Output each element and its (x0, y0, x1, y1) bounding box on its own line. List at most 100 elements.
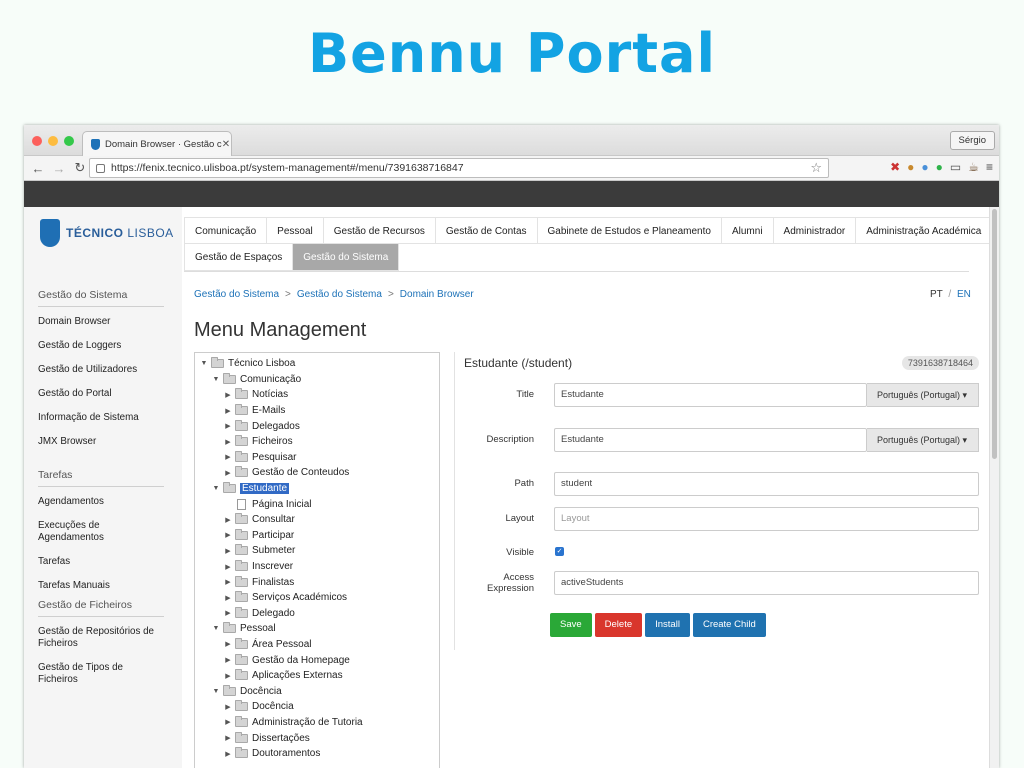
sidebar-item-system-info[interactable]: Informação de Sistema (38, 412, 164, 424)
tree-node[interactable]: ▶ Submeter (195, 543, 439, 559)
nav-item-espacos[interactable]: Gestão de Espaços (184, 244, 293, 271)
expand-arrow-icon[interactable]: ▶ (223, 594, 233, 602)
minimize-window-button[interactable] (48, 136, 58, 146)
breadcrumb-item[interactable]: Gestão do Sistema (297, 289, 382, 300)
nav-item-pessoal[interactable]: Pessoal (266, 217, 323, 244)
save-button[interactable]: Save (550, 613, 592, 637)
breadcrumb-item[interactable]: Domain Browser (400, 289, 474, 300)
maximize-window-button[interactable] (64, 136, 74, 146)
expand-arrow-icon[interactable]: ▶ (223, 750, 233, 758)
layout-input[interactable]: Layout (554, 507, 979, 531)
close-window-button[interactable] (32, 136, 42, 146)
nav-item-gabinete[interactable]: Gabinete de Estudos e Planeamento (536, 217, 721, 244)
reload-icon[interactable]: ↻ (73, 160, 87, 176)
expand-arrow-icon[interactable]: ▶ (223, 734, 233, 742)
tree-node-label[interactable]: Delegados (252, 421, 300, 432)
tree-node-label[interactable]: E-Mails (252, 405, 285, 416)
tree-node-label[interactable]: Participar (252, 530, 294, 541)
back-icon[interactable]: ← (31, 161, 45, 176)
expand-arrow-icon[interactable]: ▶ (223, 609, 233, 617)
tree-node-label[interactable]: Delegado (252, 608, 295, 619)
expand-arrow-icon[interactable]: ▶ (223, 516, 233, 524)
tree-node[interactable]: ▶ Finalistas (195, 574, 439, 590)
collapse-arrow-icon[interactable]: ▼ (211, 485, 221, 492)
tree-node-label[interactable]: Inscrever (252, 561, 293, 572)
coffee-extension-icon[interactable]: ☕ (968, 160, 979, 174)
tree-node[interactable]: ▶ Consultar (195, 512, 439, 528)
path-input[interactable]: student (554, 472, 979, 496)
tree-node[interactable]: Página Inicial (195, 496, 439, 512)
menu-icon[interactable]: ≡ (986, 160, 993, 174)
sidebar-item-file-repositories[interactable]: Gestão de Repositórios de Ficheiros (38, 626, 164, 650)
sidebar-item-tasks[interactable]: Tarefas (38, 556, 164, 568)
description-input[interactable]: Estudante (554, 428, 867, 452)
tree-node[interactable]: ▶ Doutoramentos (195, 746, 439, 762)
expand-arrow-icon[interactable]: ▶ (223, 407, 233, 415)
tree-node-label[interactable]: Gestão de Conteudos (252, 467, 349, 478)
sidebar-item-schedules[interactable]: Agendamentos (38, 496, 164, 508)
nav-item-recursos[interactable]: Gestão de Recursos (322, 217, 435, 244)
tree-node[interactable]: ▼ Estudante (195, 481, 439, 497)
collapse-arrow-icon[interactable]: ▼ (211, 625, 221, 632)
tree-node[interactable]: ▼ Docência (195, 683, 439, 699)
browser-tab[interactable]: Domain Browser · Gestão c ✕ (82, 131, 232, 156)
expand-arrow-icon[interactable]: ▶ (223, 640, 233, 648)
tree-node[interactable]: ▶ Inscrever (195, 559, 439, 575)
tree-node[interactable]: ▶ Delegado (195, 606, 439, 622)
tree-node[interactable]: ▼ Comunicação (195, 372, 439, 388)
tecnico-logo[interactable]: TÉCNICO LISBOA (40, 219, 174, 247)
tree-node[interactable]: ▶ Administração de Tutoria (195, 715, 439, 731)
tree-node[interactable]: ▶ Gestão de Conteudos (195, 465, 439, 481)
tree-node[interactable]: ▶ Pesquisar (195, 450, 439, 466)
tools-extension-icon[interactable]: ✖ (890, 160, 900, 174)
tree-node-label[interactable]: Consultar (252, 514, 295, 525)
expand-arrow-icon[interactable]: ▶ (223, 718, 233, 726)
tree-node[interactable]: ▶ Participar (195, 528, 439, 544)
tree-node[interactable]: ▶ E-Mails (195, 403, 439, 419)
tree-node[interactable]: ▶ Notícias (195, 387, 439, 403)
nav-item-comunicacao[interactable]: Comunicação (184, 217, 267, 244)
sidebar-item-file-types[interactable]: Gestão de Tipos de Ficheiros (38, 662, 164, 686)
tree-node-label[interactable]: Administração de Tutoria (252, 717, 363, 728)
sidebar-item-executions[interactable]: Execuções de Agendamentos (38, 520, 164, 544)
lang-en[interactable]: EN (957, 289, 971, 300)
nav-item-alumni[interactable]: Alumni (720, 217, 773, 244)
screen-extension-icon[interactable]: ▭ (950, 160, 961, 174)
create-child-button[interactable]: Create Child (692, 613, 766, 637)
breadcrumb-item[interactable]: Gestão do Sistema (194, 289, 279, 300)
collapse-arrow-icon[interactable]: ▼ (199, 360, 209, 367)
expand-arrow-icon[interactable]: ▶ (223, 422, 233, 430)
expand-arrow-icon[interactable]: ▶ (223, 703, 233, 711)
nav-item-academica[interactable]: Administração Académica (855, 217, 993, 244)
tree-node[interactable]: ▶ Área Pessoal (195, 637, 439, 653)
tree-node-label[interactable]: Pesquisar (252, 452, 296, 463)
nav-item-contas[interactable]: Gestão de Contas (434, 217, 537, 244)
tree-node[interactable]: ▶ Aplicações Externas (195, 668, 439, 684)
address-bar[interactable]: https://fenix.tecnico.ulisboa.pt/system-… (89, 158, 829, 178)
tree-node-label[interactable]: Pessoal (240, 623, 276, 634)
evernote-extension-icon[interactable]: ● (936, 160, 943, 174)
tree-node[interactable]: ▶ Delegados (195, 418, 439, 434)
sidebar-item-loggers[interactable]: Gestão de Loggers (38, 340, 164, 352)
tree-node-label[interactable]: Dissertações (252, 733, 310, 744)
forward-icon[interactable]: → (52, 161, 66, 176)
nav-item-administrador[interactable]: Administrador (772, 217, 856, 244)
tree-node[interactable]: ▶ Ficheiros (195, 434, 439, 450)
tree-node-label[interactable]: Estudante (240, 483, 290, 495)
tree-node-label[interactable]: Aplicações Externas (252, 670, 343, 681)
profile-button[interactable]: Sérgio (949, 131, 995, 150)
tree-node[interactable]: ▶ Dissertações (195, 730, 439, 746)
visible-checkbox[interactable]: ✓ (555, 547, 564, 556)
expand-arrow-icon[interactable]: ▶ (223, 547, 233, 555)
cookie-extension-icon[interactable]: ● (907, 160, 914, 174)
install-button[interactable]: Install (645, 613, 690, 637)
tree-node-label[interactable]: Doutoramentos (252, 748, 320, 759)
sidebar-item-domain-browser[interactable]: Domain Browser (38, 316, 164, 328)
expand-arrow-icon[interactable]: ▶ (223, 672, 233, 680)
expand-arrow-icon[interactable]: ▶ (223, 453, 233, 461)
tree-node-label[interactable]: Técnico Lisboa (228, 358, 295, 369)
sidebar-item-manual-tasks[interactable]: Tarefas Manuais (38, 580, 164, 592)
tree-node-label[interactable]: Submeter (252, 545, 295, 556)
tree-node-label[interactable]: Gestão da Homepage (252, 655, 350, 666)
expand-arrow-icon[interactable]: ▶ (223, 563, 233, 571)
